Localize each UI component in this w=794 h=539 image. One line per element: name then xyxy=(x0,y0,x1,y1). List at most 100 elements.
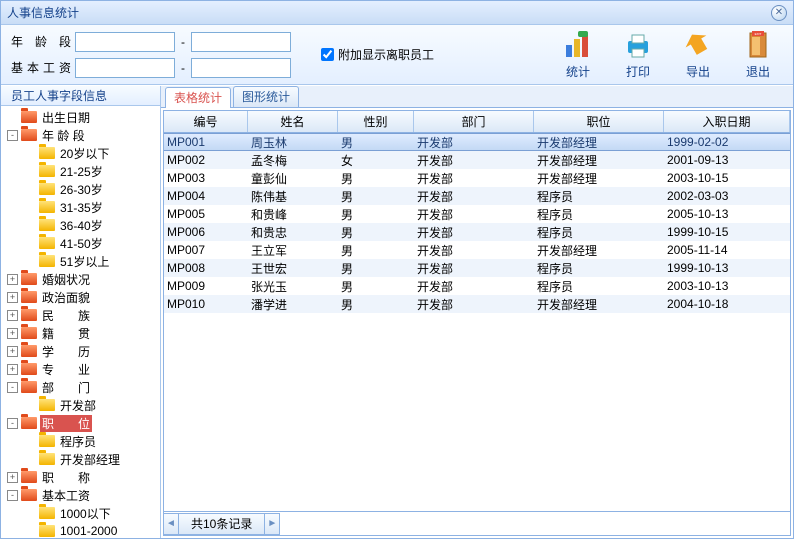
salary-from-input[interactable] xyxy=(75,58,175,78)
tree-node[interactable]: +籍 贯 xyxy=(1,324,160,342)
tree-node[interactable]: 1001-2000 xyxy=(1,522,160,538)
table-row[interactable]: MP009张光玉男开发部程序员2003-10-13 xyxy=(164,277,790,295)
age-from-input[interactable] xyxy=(75,32,175,52)
grid-body[interactable]: MP001周玉林男开发部开发部经理1999-02-02MP002孟冬梅女开发部开… xyxy=(164,133,790,511)
tree-node-label: 学 历 xyxy=(40,343,92,360)
pager-next[interactable]: ► xyxy=(264,513,280,535)
cell: 张光玉 xyxy=(248,277,338,295)
tree-panel: 员工人事字段信息 出生日期-年 龄 段20岁以下21-25岁26-30岁31-3… xyxy=(1,86,161,538)
expand-icon[interactable]: + xyxy=(7,472,18,483)
stats-button[interactable]: 统计 xyxy=(553,29,603,80)
tree-node[interactable]: -基本工资 xyxy=(1,486,160,504)
expand-icon[interactable]: + xyxy=(7,310,18,321)
col-header-gender[interactable]: 性别 xyxy=(338,111,414,132)
collapse-icon[interactable]: - xyxy=(7,382,18,393)
table-row[interactable]: MP007王立军男开发部开发部经理2005-11-14 xyxy=(164,241,790,259)
export-button[interactable]: 导出 xyxy=(673,29,723,80)
tree-node[interactable]: 51岁以上 xyxy=(1,252,160,270)
pager-prev[interactable]: ◄ xyxy=(163,513,179,535)
table-row[interactable]: MP003童彭仙男开发部开发部经理2003-10-15 xyxy=(164,169,790,187)
table-row[interactable]: MP008王世宏男开发部程序员1999-10-13 xyxy=(164,259,790,277)
tree-node[interactable]: 开发部 xyxy=(1,396,160,414)
cell: 2005-11-14 xyxy=(664,241,790,259)
cell: 2003-10-13 xyxy=(664,277,790,295)
col-header-id[interactable]: 编号 xyxy=(164,111,248,132)
cell: 男 xyxy=(338,205,414,223)
svg-text:EXIT: EXIT xyxy=(755,32,762,36)
salary-to-input[interactable] xyxy=(191,58,291,78)
cell: 2003-10-15 xyxy=(664,169,790,187)
table-row[interactable]: MP006和贵忠男开发部程序员1999-10-15 xyxy=(164,223,790,241)
cell: MP007 xyxy=(164,241,248,259)
folder-icon xyxy=(39,147,55,159)
col-header-date[interactable]: 入职日期 xyxy=(664,111,790,132)
table-row[interactable]: MP001周玉林男开发部开发部经理1999-02-02 xyxy=(164,133,790,151)
col-header-dept[interactable]: 部门 xyxy=(414,111,534,132)
cell: 程序员 xyxy=(534,223,664,241)
cell: 陈伟基 xyxy=(248,187,338,205)
cell: 男 xyxy=(338,169,414,187)
cell: 开发部 xyxy=(414,134,534,150)
tab-table[interactable]: 表格统计 xyxy=(165,87,231,108)
folder-icon xyxy=(21,273,37,285)
tree-node[interactable]: 21-25岁 xyxy=(1,162,160,180)
tree-node[interactable]: 36-40岁 xyxy=(1,216,160,234)
expand-icon[interactable]: + xyxy=(7,364,18,375)
tree-node[interactable]: -部 门 xyxy=(1,378,160,396)
window-title: 人事信息统计 xyxy=(7,4,771,21)
folder-icon xyxy=(21,327,37,339)
cell: 开发部经理 xyxy=(534,169,664,187)
collapse-icon[interactable]: - xyxy=(7,130,18,141)
expand-icon[interactable]: + xyxy=(7,292,18,303)
close-button[interactable]: ✕ xyxy=(771,5,787,21)
tree-node-label: 年 龄 段 xyxy=(40,127,87,144)
tree-node-label: 1000以下 xyxy=(58,505,113,522)
chart-icon xyxy=(562,29,594,61)
tree-node[interactable]: -职 位 xyxy=(1,414,160,432)
tree-node-label: 36-40岁 xyxy=(58,217,105,234)
tree-node[interactable]: -年 龄 段 xyxy=(1,126,160,144)
tree-node[interactable]: 开发部经理 xyxy=(1,450,160,468)
table-row[interactable]: MP002孟冬梅女开发部开发部经理2001-09-13 xyxy=(164,151,790,169)
collapse-icon[interactable]: - xyxy=(7,490,18,501)
expand-icon[interactable]: + xyxy=(7,328,18,339)
tree-node[interactable]: +职 称 xyxy=(1,468,160,486)
exit-button[interactable]: EXIT 退出 xyxy=(733,29,783,80)
tree-node-label: 政治面貌 xyxy=(40,289,92,306)
tree-node[interactable]: 1000以下 xyxy=(1,504,160,522)
tree-node[interactable]: 31-35岁 xyxy=(1,198,160,216)
printer-icon xyxy=(622,29,654,61)
show-left-checkbox[interactable] xyxy=(321,48,334,61)
tree-node[interactable]: +专 业 xyxy=(1,360,160,378)
tree-node[interactable]: 41-50岁 xyxy=(1,234,160,252)
table-row[interactable]: MP004陈伟基男开发部程序员2002-03-03 xyxy=(164,187,790,205)
table-row[interactable]: MP005和贵峰男开发部程序员2005-10-13 xyxy=(164,205,790,223)
tree-node[interactable]: + 政治面貌 xyxy=(1,288,160,306)
cell: MP005 xyxy=(164,205,248,223)
table-row[interactable]: MP010潘学进男开发部开发部经理2004-10-18 xyxy=(164,295,790,313)
cell: 开发部 xyxy=(414,169,534,187)
tree-node[interactable]: 26-30岁 xyxy=(1,180,160,198)
folder-icon xyxy=(21,417,37,429)
tree-node[interactable]: 程序员 xyxy=(1,432,160,450)
salary-label: 基本工资 xyxy=(11,59,71,76)
tree-node[interactable]: +民 族 xyxy=(1,306,160,324)
print-button[interactable]: 打印 xyxy=(613,29,663,80)
expand-icon[interactable]: + xyxy=(7,346,18,357)
tree-body[interactable]: 出生日期 - 年 龄 段20岁以下21-25岁26-30岁31-35岁36-40岁4… xyxy=(1,106,160,538)
col-header-name[interactable]: 姓名 xyxy=(248,111,338,132)
tree-node[interactable]: 20岁以下 xyxy=(1,144,160,162)
cell: 男 xyxy=(338,277,414,295)
cell: 和贵峰 xyxy=(248,205,338,223)
tab-chart[interactable]: 图形统计 xyxy=(233,86,299,107)
tree-node[interactable]: 出生日期 xyxy=(1,108,160,126)
cell: 2004-10-18 xyxy=(664,295,790,313)
col-header-pos[interactable]: 职位 xyxy=(534,111,664,132)
collapse-icon[interactable]: - xyxy=(7,418,18,429)
expand-icon[interactable]: + xyxy=(7,274,18,285)
tree-node[interactable]: + 学 历 xyxy=(1,342,160,360)
folder-icon xyxy=(21,489,37,501)
cell: 程序员 xyxy=(534,187,664,205)
age-to-input[interactable] xyxy=(191,32,291,52)
tree-node[interactable]: +婚姻状况 xyxy=(1,270,160,288)
